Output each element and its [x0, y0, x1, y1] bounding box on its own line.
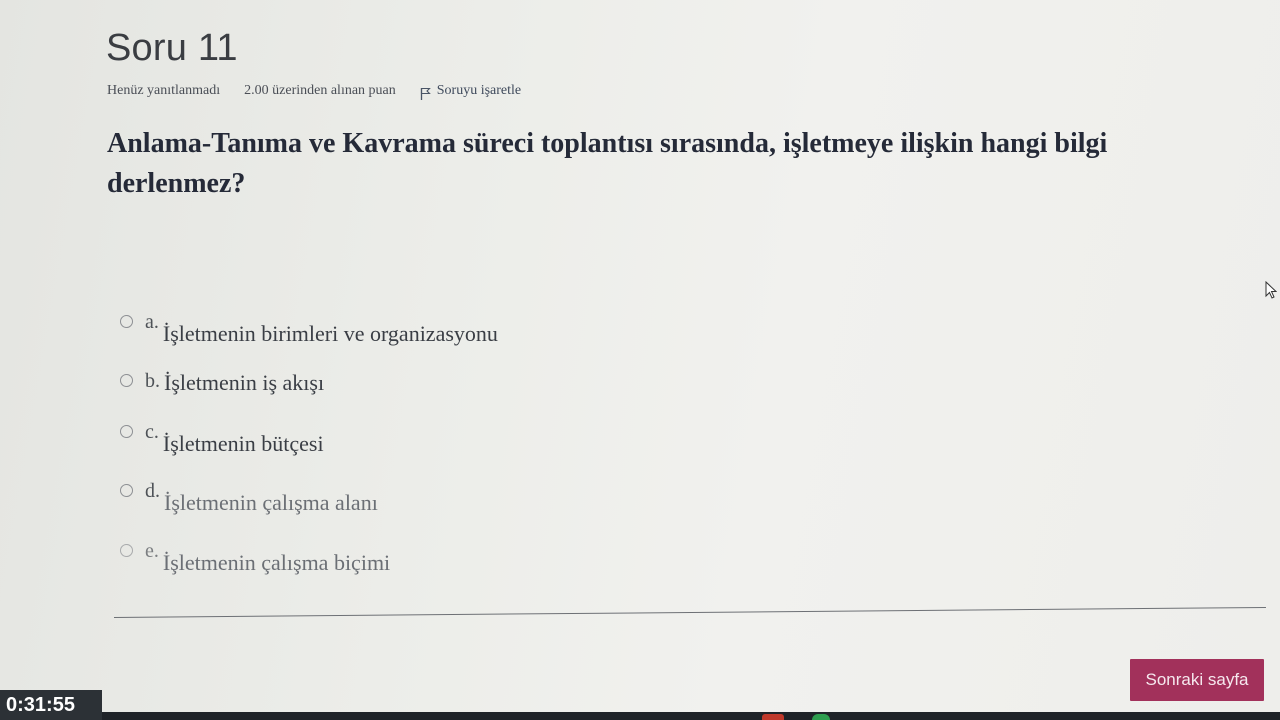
- flag-question-link[interactable]: Soruyu işaretle: [420, 83, 522, 100]
- radio-icon[interactable]: [120, 374, 133, 387]
- option-letter: e.: [145, 540, 159, 562]
- answer-option-a[interactable]: a. İşletmenin birimleri ve organizasyonu: [120, 311, 498, 347]
- option-text: İşletmenin bütçesi: [162, 431, 324, 456]
- taskbar-app-icon[interactable]: [812, 714, 830, 720]
- answer-status: Henüz yanıtlanmadı: [107, 83, 221, 98]
- option-letter: a.: [145, 311, 159, 333]
- flag-question-label: Soruyu işaretle: [436, 83, 522, 98]
- question-title: Soru 11: [106, 27, 238, 69]
- option-text: İşletmenin iş akışı: [164, 370, 325, 395]
- radio-icon[interactable]: [120, 425, 133, 438]
- radio-icon[interactable]: [120, 315, 133, 328]
- next-page-button[interactable]: Sonraki sayfa: [1130, 659, 1264, 701]
- answer-option-e[interactable]: e. İşletmenin çalışma biçimi: [120, 540, 390, 576]
- option-text: İşletmenin birimleri ve organizasyonu: [162, 321, 498, 346]
- question-text: Anlama-Tanıma ve Kavrama süreci toplantı…: [107, 128, 1108, 199]
- taskbar-app-icon[interactable]: [762, 714, 784, 720]
- divider: [113, 606, 1266, 618]
- quiz-timer: 0:31:55: [0, 690, 102, 720]
- answer-option-c[interactable]: c. İşletmenin bütçesi: [120, 421, 324, 457]
- radio-icon[interactable]: [120, 484, 133, 497]
- option-letter: c.: [145, 421, 159, 443]
- option-text: İşletmenin çalışma alanı: [164, 490, 378, 515]
- mouse-cursor-icon: [1265, 281, 1277, 299]
- answer-option-d[interactable]: d. İşletmenin çalışma alanı: [120, 480, 378, 516]
- question-info: Henüz yanıtlanmadı 2.00 üzerinden alınan…: [107, 83, 522, 100]
- answer-option-b[interactable]: b. İşletmenin iş akışı: [120, 370, 324, 396]
- option-letter: b.: [145, 370, 160, 392]
- radio-icon[interactable]: [120, 544, 133, 557]
- option-letter: d.: [145, 480, 160, 502]
- option-text: İşletmenin çalışma biçimi: [162, 550, 391, 575]
- flag-icon: [420, 87, 431, 100]
- taskbar: [102, 712, 1280, 720]
- question-points: 2.00 üzerinden alınan puan: [244, 83, 396, 98]
